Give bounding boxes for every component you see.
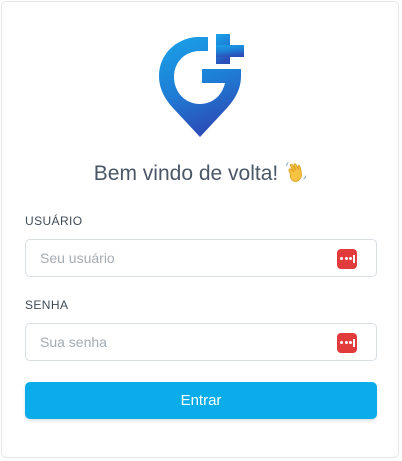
password-field [25,323,377,361]
brand-logo-icon [159,34,244,137]
username-field [25,239,377,277]
username-input[interactable] [26,240,326,276]
password-input[interactable] [26,324,326,360]
welcome-heading: Bem vindo de volta! [0,160,402,188]
password-manager-icon[interactable] [337,249,357,269]
waving-hand-icon [286,162,307,182]
welcome-text: Bem vindo de volta! [93,162,279,185]
password-label: SENHA [25,298,69,312]
login-submit-button[interactable]: Entrar [25,382,377,419]
password-manager-icon[interactable] [337,333,357,353]
username-label: USUÁRIO [25,214,83,228]
